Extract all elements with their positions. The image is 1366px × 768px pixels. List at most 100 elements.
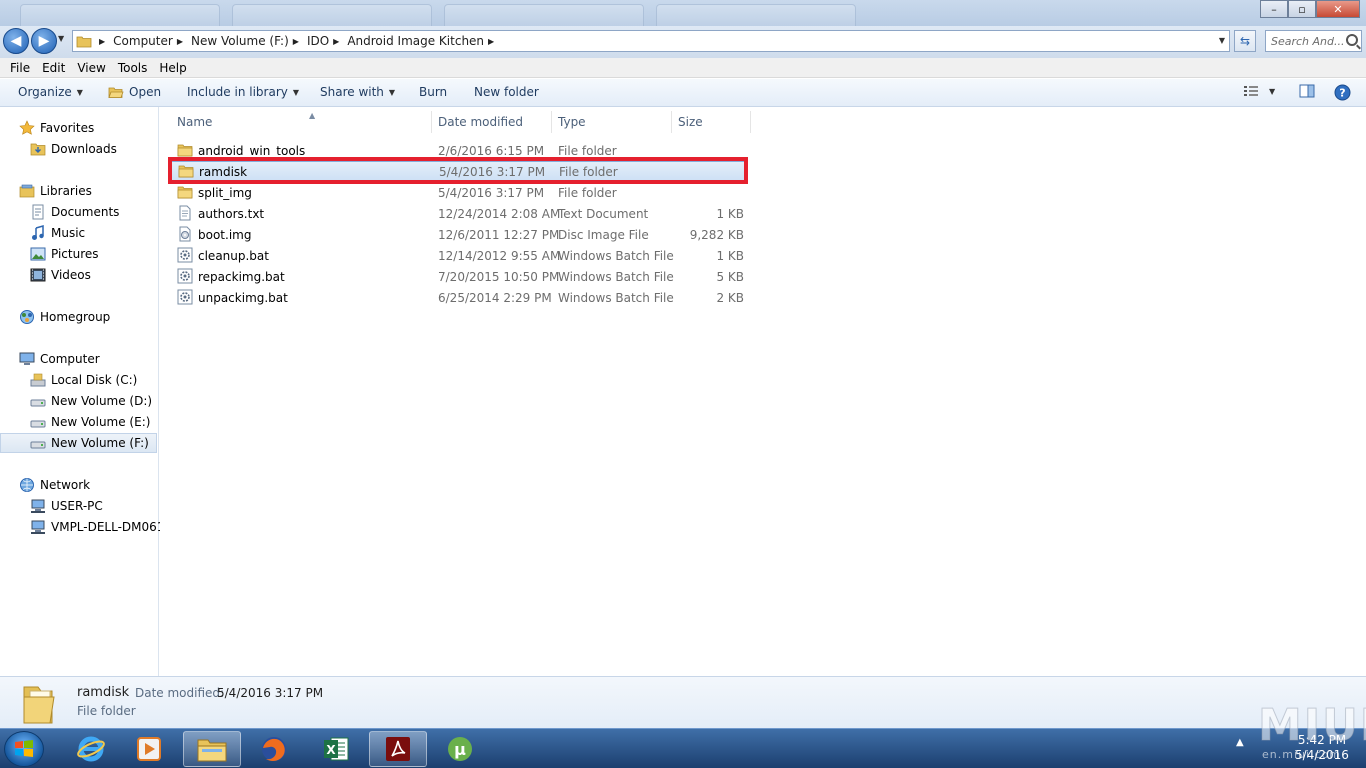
organize-button[interactable]: Organize ▼ xyxy=(18,85,83,99)
pictures-icon xyxy=(30,246,46,262)
windows-logo-icon xyxy=(15,740,33,757)
chevron-down-icon: ▼ xyxy=(292,87,300,97)
nav-label: Network xyxy=(40,478,91,492)
firefox-icon xyxy=(262,737,286,762)
recent-pages-dropdown[interactable]: ▼ xyxy=(58,34,64,43)
show-hidden-icons-button[interactable]: ▲ xyxy=(1236,737,1244,748)
file-type: Disc Image File xyxy=(558,227,649,242)
open-button[interactable]: Open xyxy=(108,85,161,99)
file-row[interactable]: authors.txt 12/24/2014 2:08 AM Text Docu… xyxy=(168,203,748,224)
nav-homegroup[interactable]: Homegroup xyxy=(0,307,157,327)
column-header-date[interactable]: Date modified xyxy=(432,111,552,133)
include-in-library-button[interactable]: Include in library ▼ xyxy=(187,85,299,99)
nav-volume-e[interactable]: New Volume (E:) xyxy=(0,412,157,432)
file-name: split_img xyxy=(198,185,252,200)
network-icon xyxy=(19,477,35,493)
chevron-right-icon[interactable]: ▶ xyxy=(333,37,339,46)
file-date: 2/6/2016 6:15 PM xyxy=(438,143,545,158)
menu-help[interactable]: Help xyxy=(153,61,192,75)
large-folder-icon xyxy=(23,686,55,724)
taskbar-firefox[interactable] xyxy=(245,731,303,767)
close-button[interactable]: ✕ xyxy=(1316,0,1360,18)
folder-icon xyxy=(177,142,193,158)
background-tab xyxy=(656,4,856,26)
chevron-right-icon: ▶ xyxy=(99,36,106,46)
file-size: 1 KB xyxy=(716,206,744,221)
change-view-button[interactable]: ▼ xyxy=(1243,84,1275,98)
file-row[interactable]: cleanup.bat 12/14/2012 9:55 AM Windows B… xyxy=(168,245,748,266)
file-size: 1 KB xyxy=(716,248,744,263)
search-input[interactable]: Search And... xyxy=(1265,30,1362,52)
nav-favorites[interactable]: Favorites xyxy=(0,118,157,138)
maximize-button[interactable]: ▫ xyxy=(1288,0,1316,18)
forward-button[interactable]: ▶ xyxy=(31,28,57,54)
breadcrumb-ido[interactable]: IDO xyxy=(307,34,329,48)
column-header-size[interactable]: Size xyxy=(672,111,751,133)
menu-edit[interactable]: Edit xyxy=(36,61,71,75)
nav-documents[interactable]: Documents xyxy=(0,202,157,222)
breadcrumb-volume-f[interactable]: New Volume (F:) xyxy=(191,34,289,48)
nav-label: New Volume (D:) xyxy=(51,394,153,408)
preview-pane-button[interactable] xyxy=(1299,84,1315,98)
menu-view[interactable]: View xyxy=(71,61,111,75)
taskbar-acrobat[interactable] xyxy=(369,731,427,767)
folder-icon xyxy=(73,31,95,51)
nav-label: Music xyxy=(51,226,86,240)
nav-volume-f[interactable]: New Volume (F:) xyxy=(0,433,157,453)
text-file-icon xyxy=(177,205,193,221)
chevron-right-icon[interactable]: ▶ xyxy=(488,37,494,46)
file-row[interactable]: split_img 5/4/2016 3:17 PM File folder xyxy=(168,182,748,203)
menu-file[interactable]: File xyxy=(4,61,36,75)
taskbar-internet-explorer[interactable] xyxy=(62,731,120,767)
taskbar-media-player[interactable] xyxy=(120,731,178,767)
help-button[interactable]: ? xyxy=(1334,84,1351,101)
file-size: 2 KB xyxy=(716,290,744,305)
back-button[interactable]: ◀ xyxy=(3,28,29,54)
nav-user-pc[interactable]: USER-PC xyxy=(0,496,157,516)
taskbar-excel[interactable]: X xyxy=(307,731,365,767)
nav-music[interactable]: Music xyxy=(0,223,157,243)
nav-libraries[interactable]: Libraries xyxy=(0,181,157,201)
nav-local-disk-c[interactable]: Local Disk (C:) xyxy=(0,370,157,390)
column-label: Type xyxy=(558,115,586,129)
nav-label: USER-PC xyxy=(51,499,103,513)
network-computer-icon xyxy=(30,519,46,535)
minimize-button[interactable]: – xyxy=(1260,0,1288,18)
nav-volume-d[interactable]: New Volume (D:) xyxy=(0,391,157,411)
file-date: 7/20/2015 10:50 PM xyxy=(438,269,560,284)
column-header-type[interactable]: Type xyxy=(552,111,672,133)
file-row[interactable]: unpackimg.bat 6/25/2014 2:29 PM Windows … xyxy=(168,287,748,308)
nav-videos[interactable]: Videos xyxy=(0,265,157,285)
share-with-button[interactable]: Share with ▼ xyxy=(320,85,395,99)
nav-vmpl-dell[interactable]: VMPL-DELL-DM061 xyxy=(0,517,164,537)
menu-tools[interactable]: Tools xyxy=(112,61,154,75)
column-header-name[interactable]: ▲ Name xyxy=(171,111,432,133)
nav-pictures[interactable]: Pictures xyxy=(0,244,157,264)
refresh-button[interactable]: ⇆ xyxy=(1234,30,1256,52)
file-type: File folder xyxy=(558,185,617,200)
breadcrumb-android-image-kitchen[interactable]: Android Image Kitchen xyxy=(347,34,484,48)
file-row[interactable]: boot.img 12/6/2011 12:27 PM Disc Image F… xyxy=(168,224,748,245)
nav-computer[interactable]: Computer xyxy=(0,349,157,369)
file-row[interactable]: repackimg.bat 7/20/2015 10:50 PM Windows… xyxy=(168,266,748,287)
acrobat-icon xyxy=(386,737,410,761)
taskbar-utorrent[interactable]: µ xyxy=(431,731,489,767)
downloads-folder-icon xyxy=(30,141,46,157)
search-icon xyxy=(1346,34,1358,46)
address-bar[interactable]: ▶ Computer ▶ New Volume (F:) ▶ IDO ▶ And… xyxy=(72,30,1230,52)
nav-downloads[interactable]: Downloads xyxy=(0,139,157,159)
new-folder-button[interactable]: New folder xyxy=(474,85,539,99)
batch-file-icon xyxy=(177,289,193,305)
nav-network[interactable]: Network xyxy=(0,475,157,495)
command-toolbar: Organize ▼ Open Include in library ▼ Share… xyxy=(0,79,1366,107)
file-date: 12/6/2011 12:27 PM xyxy=(438,227,560,242)
chevron-right-icon[interactable]: ▶ xyxy=(177,37,183,46)
nav-label: Computer xyxy=(40,352,100,366)
address-history-dropdown[interactable]: ▼ xyxy=(1219,36,1225,45)
start-button[interactable] xyxy=(4,731,44,767)
chevron-right-icon[interactable]: ▶ xyxy=(293,37,299,46)
burn-button[interactable]: Burn xyxy=(419,85,447,99)
open-folder-icon xyxy=(108,85,124,99)
breadcrumb-computer[interactable]: Computer xyxy=(113,34,173,48)
taskbar-windows-explorer[interactable] xyxy=(183,731,241,767)
